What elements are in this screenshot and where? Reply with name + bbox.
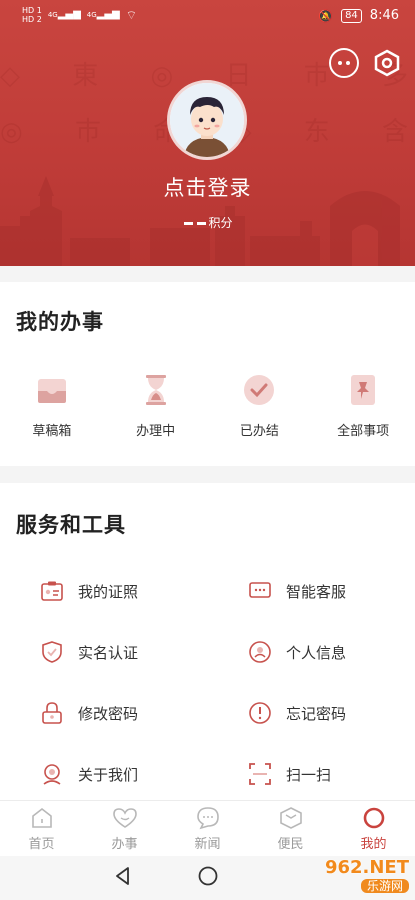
shield-check-icon [40,640,64,664]
tab-convenience[interactable]: 便民 [249,801,332,856]
tab-label: 新闻 [194,837,221,852]
profile-header: ◇ 東 ◎ 日 巿 多 東 白 多 東 ◎ 巿 命 ◇ 东 含 ◎ 東 ◇ 日 … [0,0,415,266]
convenience-icon [278,805,304,831]
affair-item-draft[interactable]: 草稿箱 [0,372,104,439]
check-circle-icon [241,372,277,408]
my-affairs-list: 草稿箱 办理中 已办结 全部事项 [0,372,415,439]
sim-indicators: HD 1 HD 2 [22,6,42,24]
watermark-bottom-text: 乐游网 [360,879,409,893]
service-label: 实名认证 [78,643,139,662]
news-icon [195,805,221,831]
license-icon [40,579,64,603]
sim-2-label: HD 2 [22,15,42,24]
status-bar-left: HD 1 HD 2 4G▂▄▆ 4G▂▄▆ ⌔ [22,6,137,24]
service-label: 扫一扫 [286,765,332,784]
tab-news[interactable]: 新闻 [166,801,249,856]
status-bar: HD 1 HD 2 4G▂▄▆ 4G▂▄▆ ⌔ 🔕 84 8:46 [0,0,415,32]
message-dots-icon [338,61,350,65]
affair-item-all[interactable]: 全部事项 [311,372,415,439]
mute-icon: 🔕 [318,8,334,23]
settings-hexagon-icon [374,49,400,77]
tab-label: 办事 [111,837,138,852]
clock: 8:46 [369,8,399,23]
service-label: 个人信息 [286,643,347,662]
service-real-name-auth[interactable]: 实名认证 [40,637,138,667]
lock-icon [40,701,64,725]
back-button[interactable] [113,866,133,890]
back-triangle-icon [115,867,129,885]
service-label: 智能客服 [286,582,347,601]
points-value-placeholder [184,222,194,225]
sim-1-label: HD 1 [22,6,42,15]
services-card: 服务和工具 我的证照 智能客服 实名认证 个人信息 修改密码 忘记密码 关于我们… [0,483,415,800]
service-about-us[interactable]: 关于我们 [40,759,138,789]
service-forgot-password[interactable]: 忘记密码 [248,698,346,728]
services-title: 服务和工具 [16,513,126,537]
affair-item-label: 已办结 [239,424,279,439]
person-info-icon [248,640,272,664]
message-button[interactable] [329,48,359,78]
profile-icon [361,805,387,831]
bottom-tab-bar: 首页 办事 新闻 便民 我的 [0,800,415,856]
service-change-password[interactable]: 修改密码 [40,698,138,728]
about-us-icon [40,762,64,786]
signal-icon-2: 4G▂▄▆ [86,9,120,20]
login-link[interactable]: 点击登录 [0,172,415,202]
avatar[interactable] [167,80,247,160]
wifi-icon: ⌔ [125,8,138,22]
service-label: 关于我们 [78,765,139,784]
service-label: 忘记密码 [286,704,347,723]
heart-icon [112,805,138,831]
avatar-boy-icon [170,83,244,157]
service-scan[interactable]: 扫一扫 [248,759,331,789]
points-label: 积分 [208,216,233,230]
points-value-placeholder-2 [197,222,207,225]
affair-item-label: 办理中 [136,424,176,439]
tab-label: 首页 [28,837,55,852]
tab-label: 便民 [277,837,304,852]
my-affairs-card: 我的办事 草稿箱 办理中 已办结 全部事项 [0,282,415,466]
home-icon [29,805,55,831]
scan-icon [248,762,272,786]
tab-home[interactable]: 首页 [0,801,83,856]
tab-mine[interactable]: 我的 [332,801,415,856]
settings-button[interactable] [372,48,402,78]
service-my-license[interactable]: 我的证照 [40,576,138,606]
home-circle-icon [198,866,217,886]
affair-item-completed[interactable]: 已办结 [208,372,312,439]
watermark-top-text: 962.NET [324,857,409,878]
battery-icon: 84 [341,8,362,23]
my-affairs-title: 我的办事 [16,310,104,334]
signal-icon: 4G▂▄▆ [47,9,81,20]
home-nav-button[interactable] [197,865,219,891]
service-personal-info[interactable]: 个人信息 [248,637,346,667]
all-items-icon [345,372,381,408]
chat-service-icon [248,579,272,603]
system-navigation-bar: 962.NET 乐游网 [0,856,415,900]
forgot-password-icon [248,701,272,725]
service-label: 我的证照 [78,582,139,601]
tab-services[interactable]: 办事 [83,801,166,856]
screen: ◇ 東 ◎ 日 巿 多 東 白 多 東 ◎ 巿 命 ◇ 东 含 ◎ 東 ◇ 日 … [0,0,415,900]
affair-item-label: 全部事项 [337,424,390,439]
hourglass-icon [138,372,174,408]
affair-item-label: 草稿箱 [32,424,72,439]
points-display[interactable]: 积分 [0,214,415,231]
service-smart-support[interactable]: 智能客服 [248,576,346,606]
affair-item-processing[interactable]: 办理中 [104,372,208,439]
status-bar-right: 🔕 84 8:46 [318,8,399,23]
service-label: 修改密码 [78,704,139,723]
site-watermark-logo: 962.NET 乐游网 [277,858,409,894]
tab-label: 我的 [360,837,387,852]
draft-box-icon [34,372,70,408]
